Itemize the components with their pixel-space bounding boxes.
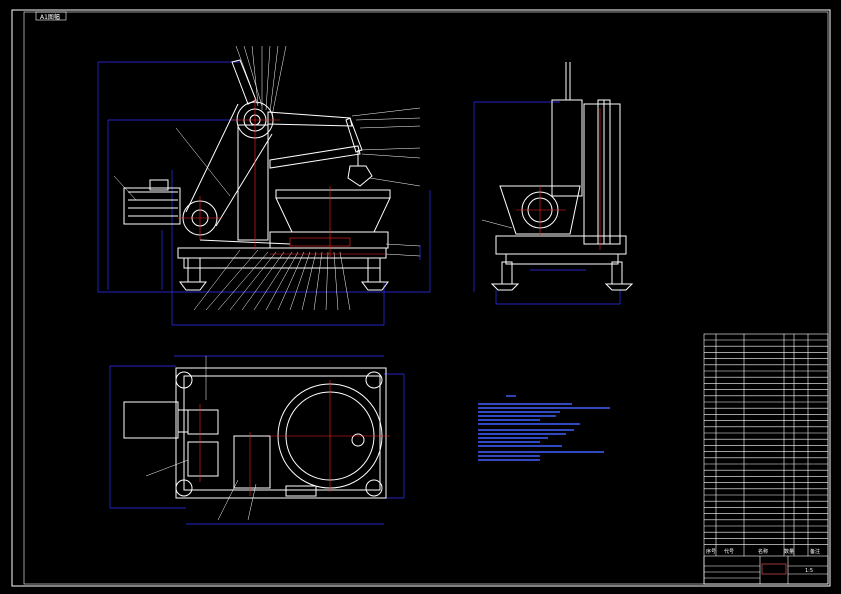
parts-list bbox=[703, 333, 829, 585]
drawing-scale: 1:5 bbox=[805, 568, 813, 574]
side-view bbox=[473, 62, 634, 305]
outer-border bbox=[11, 9, 831, 587]
top-frame bbox=[175, 367, 387, 499]
inner-border bbox=[23, 11, 829, 585]
parts-list-headers: 序号 代号 名称 数量 备注 bbox=[706, 548, 820, 555]
front-centerlines bbox=[178, 98, 386, 258]
sheet-tag: A1图幅 bbox=[40, 13, 60, 21]
bom-header-note: 备注 bbox=[810, 548, 820, 555]
front-view bbox=[97, 45, 431, 326]
top-motor bbox=[123, 401, 179, 439]
front-dimensions bbox=[97, 61, 431, 326]
front-leaders bbox=[113, 45, 421, 311]
motor-body bbox=[123, 187, 181, 225]
bom-header-code: 代号 bbox=[724, 548, 734, 555]
bom-header-qty: 数量 bbox=[784, 548, 794, 555]
pestle bbox=[347, 165, 373, 187]
engineering-drawing-sheet: A1图幅 序号 代号 名称 数量 备注 1:5 bbox=[11, 9, 831, 587]
grinding-bowl bbox=[275, 197, 391, 233]
base-frame bbox=[177, 247, 387, 259]
bom-header-name: 名称 bbox=[758, 548, 768, 555]
technical-notes bbox=[478, 395, 610, 461]
title-box bbox=[761, 563, 787, 575]
top-view bbox=[109, 355, 405, 525]
bom-header-no: 序号 bbox=[706, 548, 716, 555]
